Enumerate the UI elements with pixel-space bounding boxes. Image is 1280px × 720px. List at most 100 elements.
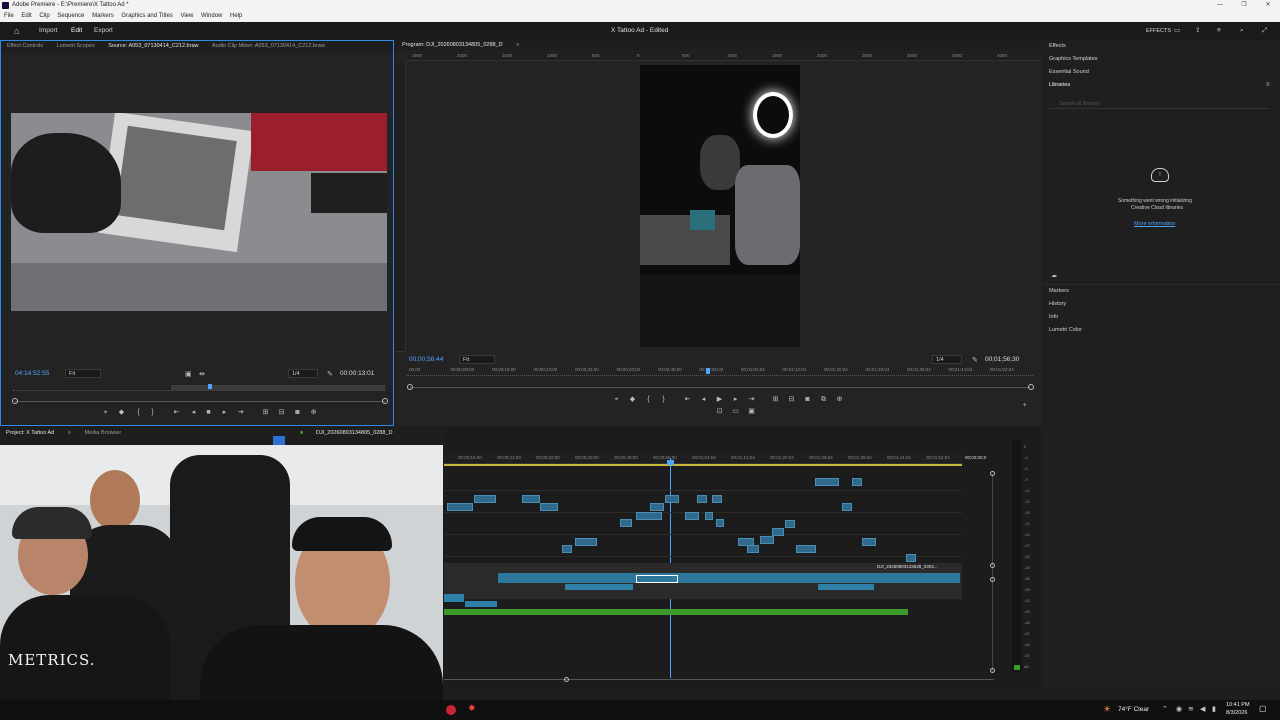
tab-source[interactable]: Source: A053_07130414_C212.braw <box>108 43 198 49</box>
panel-effects[interactable]: Effects <box>1049 43 1066 49</box>
menu-icon[interactable]: ≡ <box>1217 22 1221 40</box>
audio-clip-lower-2[interactable] <box>818 584 874 590</box>
program-fit-select[interactable]: Fit <box>459 355 495 364</box>
menu-window[interactable]: Window <box>201 13 222 19</box>
program-mark-in-icon[interactable]: { <box>644 396 653 404</box>
program-step-forward-icon[interactable]: ▸ <box>731 396 740 404</box>
program-zoom-bar[interactable] <box>410 387 1030 388</box>
panel-icon[interactable]: ▭ <box>1174 22 1180 40</box>
step-back-icon[interactable]: ◂ <box>189 409 198 417</box>
safe-margins-icon[interactable]: ⊡ <box>715 408 724 416</box>
menu-graphics[interactable]: Graphics and Titles <box>121 13 172 19</box>
menu-clip[interactable]: Clip <box>39 13 49 19</box>
program-zoom-left[interactable] <box>407 384 413 390</box>
audio-clip-main[interactable] <box>498 573 960 583</box>
clock-date[interactable]: 8/3/2026 <box>1226 710 1247 716</box>
video-clip[interactable] <box>562 545 572 553</box>
compare-icon[interactable]: ⧉ <box>819 396 828 404</box>
panel-history[interactable]: History <box>1049 301 1066 307</box>
video-clip[interactable] <box>796 545 816 553</box>
speaker-icon[interactable]: ◀ <box>1200 705 1205 713</box>
sequence-tab[interactable]: DJI_20260803134805_0288_D <box>316 430 392 436</box>
program-playhead[interactable] <box>706 368 710 374</box>
lift-icon[interactable]: ⊞ <box>771 396 780 404</box>
insert-icon[interactable]: ⊞ <box>261 409 270 417</box>
timeline-h-scrollbar[interactable] <box>444 679 994 680</box>
tab-audio-clip-mixer[interactable]: Audio Clip Mixer: A053_07130414_C212.bra… <box>212 43 325 49</box>
video-clip[interactable] <box>815 478 839 486</box>
video-clip[interactable] <box>522 495 540 503</box>
music-track[interactable] <box>444 609 908 615</box>
wrench-icon[interactable]: ✎ <box>327 370 333 378</box>
tab-export[interactable]: Export <box>94 22 113 40</box>
snap-icon[interactable] <box>273 436 285 445</box>
program-timecode[interactable]: 00;00;56;44 <box>409 356 443 363</box>
mark-out-icon[interactable]: } <box>148 409 157 417</box>
video-clip[interactable] <box>636 512 662 520</box>
timeline-v-scrollbar[interactable] <box>992 474 993 672</box>
video-clip[interactable] <box>716 519 724 527</box>
notification-icon[interactable]: ▢ <box>1259 704 1267 713</box>
source-fit-select[interactable]: Fit <box>65 369 101 378</box>
v-scroll-mid2[interactable] <box>990 577 995 582</box>
v-scroll-top[interactable] <box>990 471 995 476</box>
panel-graphics-templates[interactable]: Graphics Templates <box>1049 56 1098 62</box>
v-scroll-bottom[interactable] <box>990 668 995 673</box>
tab-lumetri-scopes[interactable]: Lumetri Scopes <box>57 43 95 49</box>
go-to-out-icon[interactable]: ⇥ <box>236 409 245 417</box>
video-clip[interactable] <box>760 536 774 544</box>
overwrite-icon[interactable]: ⊟ <box>277 409 286 417</box>
program-marker-icon[interactable]: ⌖ <box>612 396 621 404</box>
share-icon[interactable]: ⇪ <box>1195 22 1200 40</box>
zoom-handle-left[interactable] <box>12 398 18 404</box>
video-clip[interactable] <box>650 503 664 511</box>
more-information-link[interactable]: More information <box>1134 221 1175 227</box>
video-clip[interactable] <box>772 528 784 536</box>
video-clip[interactable] <box>665 495 679 503</box>
multicam-icon[interactable]: ▣ <box>747 408 756 416</box>
video-clip[interactable] <box>852 478 862 486</box>
maximize-button[interactable]: ❐ <box>1234 0 1254 11</box>
video-clip[interactable] <box>842 503 852 511</box>
source-playhead[interactable] <box>208 384 212 389</box>
panel-essential-sound[interactable]: Essential Sound <box>1049 69 1089 75</box>
timeline-scroll-handle[interactable] <box>564 677 569 682</box>
fullscreen-icon[interactable]: ⤢ <box>1262 22 1267 40</box>
menu-markers[interactable]: Markers <box>92 13 114 19</box>
stop-icon[interactable]: ■ <box>204 409 213 417</box>
video-clip[interactable] <box>447 503 473 511</box>
program-resolution-select[interactable]: 1/4 <box>932 355 962 364</box>
video-clip[interactable] <box>697 495 707 503</box>
program-title[interactable]: Program: DJI_20260803134805_0288_D <box>402 42 503 48</box>
marker-icon[interactable]: ⌖ <box>101 409 110 417</box>
menu-sequence[interactable]: Sequence <box>57 13 84 19</box>
libraries-search-input[interactable]: Search all libraries <box>1049 99 1269 109</box>
program-add-marker-icon[interactable]: ◆ <box>628 396 637 404</box>
selected-clip[interactable] <box>636 575 678 583</box>
mark-in-icon[interactable]: { <box>134 409 143 417</box>
zoom-handle-right[interactable] <box>382 398 388 404</box>
extract-icon[interactable]: ⊟ <box>787 396 796 404</box>
recording-icon[interactable] <box>446 705 456 715</box>
export-frame-icon[interactable]: ◙ <box>293 409 302 417</box>
panel-lumetri-color[interactable]: Lumetri Color <box>1049 327 1082 333</box>
audio-clip-a2[interactable] <box>444 594 464 602</box>
program-button-editor-icon[interactable]: ⊕ <box>835 396 844 404</box>
step-forward-icon[interactable]: ▸ <box>220 409 229 417</box>
program-go-to-in-icon[interactable]: ⇤ <box>683 396 692 404</box>
vr-icon[interactable]: ▭ <box>731 408 740 416</box>
close-button[interactable]: ✕ <box>1258 0 1278 11</box>
timeline-ruler[interactable]: 00;00;16;00 00;00;24;00 00;00;32;00 00;00;4… <box>444 454 986 464</box>
program-export-frame-icon[interactable]: ◙ <box>803 396 812 404</box>
add-button-icon[interactable]: + <box>1020 402 1029 410</box>
video-clip[interactable] <box>712 495 722 503</box>
video-clip[interactable] <box>862 538 876 546</box>
panel-libraries[interactable]: Libraries <box>1049 82 1070 88</box>
link-icon[interactable]: ⇹ <box>199 370 205 378</box>
weather-text[interactable]: 74°F Clear <box>1118 706 1149 713</box>
program-zoom-right[interactable] <box>1028 384 1034 390</box>
video-clip[interactable] <box>705 512 713 520</box>
network-icon[interactable]: ◉ <box>1176 705 1182 713</box>
program-play-icon[interactable]: ▶ <box>715 396 724 404</box>
clock-time[interactable]: 10:41 PM <box>1226 702 1250 708</box>
